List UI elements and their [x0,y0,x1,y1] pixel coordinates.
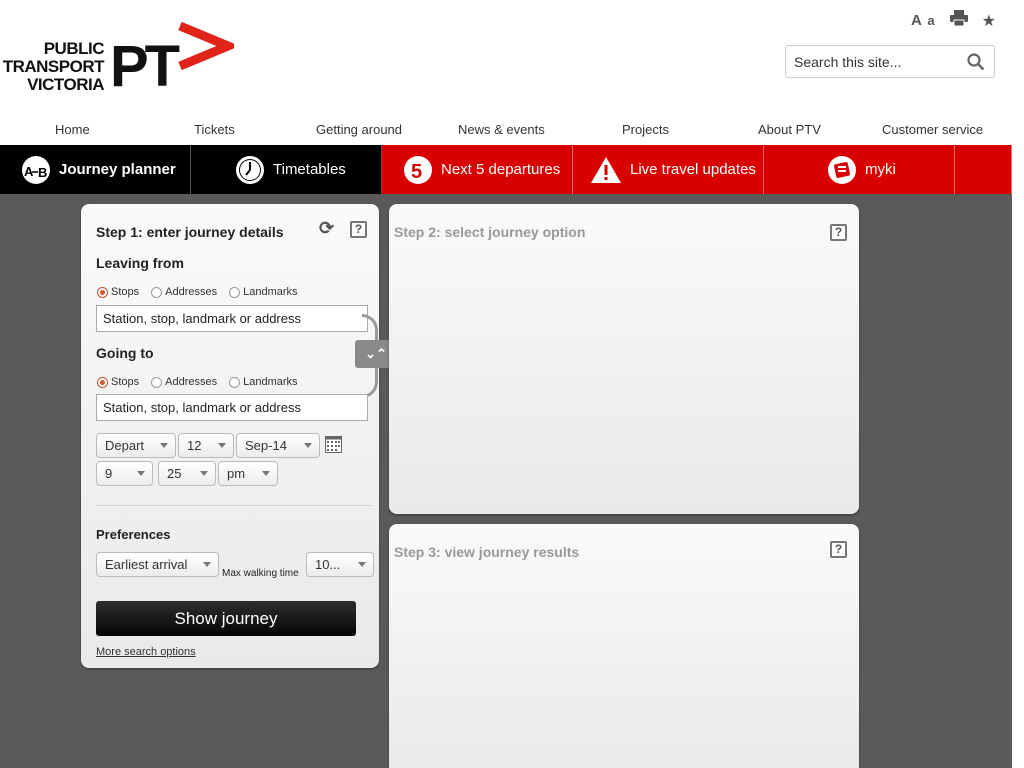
logo-line-public: PUBLIC [43,39,105,58]
top-navigation: Home Tickets Getting around News & event… [0,118,1024,140]
logo-wordmark: PUBLIC TRANSPORT VICTORIA [2,39,105,94]
day-select[interactable]: 12 [178,433,234,458]
tab-next-5-label: Next 5 departures [441,161,561,178]
five-icon: 5 [403,155,433,185]
earliest-arrival-select[interactable]: Earliest arrival [96,552,219,577]
warning-icon [590,156,622,184]
depart-arrive-select[interactable]: Depart [96,433,176,458]
nav-customer-service[interactable]: Customer service [882,122,983,137]
feature-tab-bar: AB Journey planner Timetables 5 Next 5 d… [0,145,1012,194]
radio-to-stops[interactable]: Stops [97,376,139,388]
pt-arrow-logo-icon: PT [110,21,234,94]
step3-title: Step 3: view journey results [394,544,580,560]
step2-help-icon[interactable]: ? [830,224,847,241]
preferences-label: Preferences [96,527,171,542]
radio-to-landmarks[interactable]: Landmarks [229,376,298,388]
going-to-label: Going to [96,345,154,361]
step1-title: Step 1: enter journey details [96,224,284,240]
tab-timetables[interactable]: Timetables [191,145,382,194]
svg-text:PT: PT [110,34,180,94]
nav-getting-around[interactable]: Getting around [316,122,402,137]
site-header: PUBLIC TRANSPORT VICTORIA PT A a ★ Home … [0,0,1024,145]
section-divider [96,505,372,506]
svg-text:5: 5 [411,161,422,183]
max-walking-time-select[interactable]: 10... [306,552,374,577]
ampm-select[interactable]: pm [218,461,278,486]
nav-home[interactable]: Home [55,122,90,137]
tab-journey-planner-label: Journey planner [59,161,176,178]
search-icon[interactable] [967,53,985,71]
leaving-from-label: Leaving from [96,255,184,271]
logo-line-victoria: VICTORIA [27,75,104,94]
tab-myki-label: myki [865,161,896,178]
favourite-star-icon[interactable]: ★ [982,11,996,31]
site-search [785,45,995,78]
going-to-type: Stops Addresses Landmarks [97,376,310,388]
month-select[interactable]: Sep-14 [236,433,320,458]
ptv-logo[interactable]: PUBLIC TRANSPORT VICTORIA PT [2,20,234,94]
show-journey-button[interactable]: Show journey [96,601,356,636]
calendar-icon[interactable] [325,436,342,458]
tab-empty-end [955,145,1012,194]
radio-from-addresses[interactable]: Addresses [151,286,217,298]
radio-from-stops[interactable]: Stops [97,286,139,298]
nav-projects[interactable]: Projects [622,122,669,137]
clock-icon [235,155,265,185]
hour-select[interactable]: 9 [96,461,153,486]
leaving-from-input[interactable]: Station, stop, landmark or address [96,305,368,332]
journey-ab-icon: AB [21,155,51,185]
nav-about-ptv[interactable]: About PTV [758,122,821,137]
svg-text:B: B [38,165,47,180]
tab-myki[interactable]: myki [764,145,955,194]
step2-title: Step 2: select journey option [394,224,586,240]
radio-to-addresses[interactable]: Addresses [151,376,217,388]
tab-next-5-departures[interactable]: 5 Next 5 departures [382,145,573,194]
more-search-options-link[interactable]: More search options [96,646,196,658]
utility-icons: A a ★ [911,10,996,31]
nav-news-events[interactable]: News & events [458,122,545,137]
tab-journey-planner[interactable]: AB Journey planner [0,145,191,194]
step3-help-icon[interactable]: ? [830,541,847,558]
tab-live-travel-updates[interactable]: Live travel updates [573,145,764,194]
tab-live-travel-label: Live travel updates [630,161,756,178]
journey-planner-area: Step 1: enter journey details ⟳ ? Leavin… [0,194,1012,768]
print-icon[interactable] [949,10,968,31]
myki-card-icon [827,155,857,185]
logo-line-transport: TRANSPORT [2,57,105,76]
leaving-from-type: Stops Addresses Landmarks [97,286,310,298]
text-size-icon[interactable]: A a [911,12,936,29]
max-walking-time-label: Max walking time [222,568,299,579]
reset-icon[interactable]: ⟳ [319,218,334,239]
going-to-input[interactable]: Station, stop, landmark or address [96,394,368,421]
step1-help-icon[interactable]: ? [350,221,367,238]
step2-panel [389,204,859,514]
radio-from-landmarks[interactable]: Landmarks [229,286,298,298]
search-input[interactable] [786,46,956,77]
tab-timetables-label: Timetables [273,161,346,178]
step3-panel [389,524,859,768]
nav-tickets[interactable]: Tickets [194,122,235,137]
minute-select[interactable]: 25 [158,461,216,486]
